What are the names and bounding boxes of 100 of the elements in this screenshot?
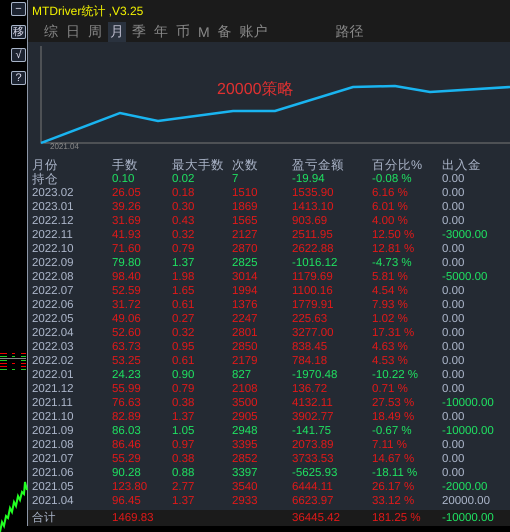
table-cell-text: 3733.53 <box>292 452 335 466</box>
table-cell-text: -10.22 % <box>372 368 420 382</box>
table-cell-text: 3277.00 <box>292 326 335 340</box>
table-cell-text: 2622.88 <box>292 242 335 256</box>
table-cell-text: 2022.07 <box>32 284 75 298</box>
table-cell-text: 6444.11 <box>292 480 334 494</box>
tab[interactable]: 周 <box>86 22 104 42</box>
table-cell-text: 53.25 <box>112 354 142 368</box>
table-cell-text: 33.12 % <box>372 494 416 508</box>
table-cell-text: 2021.04 <box>32 494 75 508</box>
table-cell-text: 2021.05 <box>32 480 75 494</box>
tab[interactable]: 账户 <box>238 22 270 42</box>
tab[interactable]: 年 <box>152 22 170 42</box>
table-cell-text: 55.29 <box>112 452 142 466</box>
side-button[interactable]: − <box>11 2 26 16</box>
table-cell-text: 0.00 <box>442 466 466 480</box>
table-cell-text: 90.28 <box>112 466 142 480</box>
tab[interactable]: M <box>196 22 212 42</box>
table-cell-text: 2022.04 <box>32 326 75 340</box>
table-cell-text: 2073.89 <box>292 438 335 452</box>
table-cell-text: -5625.93 <box>292 466 338 480</box>
table-cell-text: 2127 <box>232 228 259 242</box>
table-cell-text: 4.53 % <box>372 354 409 368</box>
table-cell-text: 26.17 % <box>372 480 416 494</box>
table-cell-text: 181.25 % <box>372 511 422 526</box>
table-cell-text: 827 <box>232 368 252 382</box>
tab[interactable]: 路径 <box>334 22 366 42</box>
table-cell-text: 3397 <box>232 466 259 480</box>
table-cell-text: 1179.69 <box>292 270 334 284</box>
table-cell-text: 0.00 <box>442 256 466 270</box>
tab[interactable]: 日 <box>64 22 82 42</box>
table-cell-text: 71.60 <box>112 242 142 256</box>
table-cell-text: 63.73 <box>112 340 142 354</box>
table-cell-text: 1779.91 <box>292 298 335 312</box>
table-cell-text: 1869 <box>232 200 259 214</box>
column-header: 百分比% <box>372 158 424 172</box>
table-cell-text: 3500 <box>232 396 259 410</box>
table-cell-text: 2825 <box>232 256 259 270</box>
table-cell-text: 6.01 % <box>372 200 409 214</box>
table-cell-text: 838.45 <box>292 340 328 354</box>
table-cell-text: 1565 <box>232 214 259 228</box>
table-cell-text: 2021.07 <box>32 452 75 466</box>
table-cell-text: 3014 <box>232 270 259 284</box>
table-cell-text: 784.18 <box>292 354 328 368</box>
table-cell-text: 86.46 <box>112 438 142 452</box>
tab[interactable]: 月 <box>108 22 126 42</box>
table-cell-text: 49.06 <box>112 312 142 326</box>
table-cell-text: 225.63 <box>292 312 328 326</box>
table-cell-text: 0.43 <box>172 214 196 228</box>
table-cell-text: 0.97 <box>172 438 196 452</box>
table-cell-text: 1.65 <box>172 284 196 298</box>
table-cell-text: 2021.11 <box>32 396 74 410</box>
tab[interactable]: 备 <box>216 22 234 42</box>
column-header: 盈亏金额 <box>292 158 345 172</box>
table-cell-text: 0.95 <box>172 340 196 354</box>
table-cell-text: 2948 <box>232 424 259 438</box>
table-cell-text: -3000.00 <box>442 228 488 242</box>
table-cell-text: 55.99 <box>112 382 142 396</box>
table-cell-text: 0.00 <box>442 242 466 256</box>
table-cell-text: 3395 <box>232 438 259 452</box>
tab[interactable]: 综 <box>42 22 60 42</box>
table-cell-text: 2022.03 <box>32 340 75 354</box>
side-button[interactable]: √ <box>11 48 26 62</box>
table-cell-text: 86.03 <box>112 424 142 438</box>
table-cell-text: 31.72 <box>112 298 142 312</box>
table-cell-text: 0.90 <box>172 368 196 382</box>
table-cell-text: 4.63 % <box>372 340 409 354</box>
tab[interactable]: 季 <box>130 22 148 42</box>
table-cell-text: 0.79 <box>172 382 196 396</box>
table-cell-text: 1.37 <box>172 494 196 508</box>
table-cell-text: 18.49 % <box>372 410 416 424</box>
table-cell-text: 1469.83 <box>112 511 155 526</box>
table-cell-text: -141.75 <box>292 424 332 438</box>
table-cell-text: 0.00 <box>442 452 466 466</box>
table-cell-text: 0.00 <box>442 340 466 354</box>
table-cell-text: 1.05 <box>172 424 196 438</box>
table-cell-text: 2021.09 <box>32 424 75 438</box>
table-cell-text: 6623.97 <box>292 494 335 508</box>
table-cell-text: 1535.90 <box>292 186 335 200</box>
column-header: 最大手数 <box>172 158 225 172</box>
table-cell-text: 52.59 <box>112 284 142 298</box>
table-cell-text: 2511.95 <box>292 228 334 242</box>
table-cell-text: -18.11 % <box>372 466 418 480</box>
table-cell-text: 0.00 <box>442 312 466 326</box>
table-cell-text: 96.45 <box>112 494 142 508</box>
table-cell-text: 2022.10 <box>32 242 75 256</box>
axis-label: 2021.04 <box>50 142 79 151</box>
table-cell-text: 2022.05 <box>32 312 75 326</box>
chart-title: 20000策略 <box>217 80 294 100</box>
tab[interactable]: 币 <box>174 22 192 42</box>
table-cell-text: 79.80 <box>112 256 142 270</box>
column-header: 月份 <box>32 158 59 172</box>
table-cell-text: 0.00 <box>442 200 466 214</box>
side-button[interactable]: 移 <box>11 25 26 39</box>
side-button[interactable]: ? <box>11 71 26 85</box>
table-cell-text: 0.61 <box>172 354 196 368</box>
table-cell-text: 合计 <box>32 510 57 526</box>
table-cell-text: 4.54 % <box>372 284 409 298</box>
table-cell-text: 26.05 <box>112 186 142 200</box>
table-cell-text: 2022.12 <box>32 214 75 228</box>
